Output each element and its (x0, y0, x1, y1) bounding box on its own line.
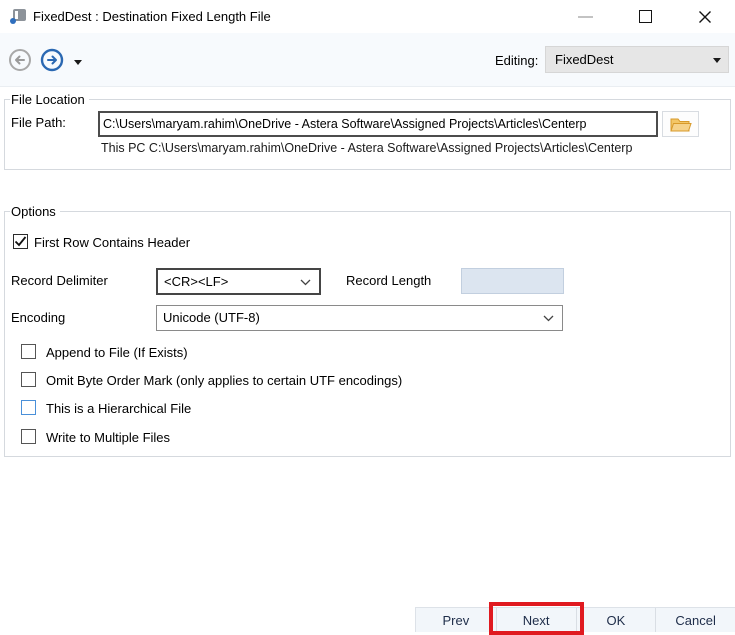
first-row-header-checkbox[interactable] (13, 234, 28, 249)
append-to-file-checkbox[interactable] (21, 344, 36, 359)
next-button[interactable]: Next (496, 608, 576, 632)
browse-folder-button[interactable] (662, 111, 699, 137)
back-arrow-icon (8, 48, 32, 72)
options-group: Options First Row Contains Header Record… (4, 211, 731, 457)
maximize-icon (639, 10, 652, 23)
prev-button[interactable]: Prev (416, 608, 496, 632)
chevron-down-icon (713, 58, 721, 63)
window-controls (555, 0, 735, 33)
hierarchical-file-checkbox[interactable] (21, 400, 36, 415)
append-to-file-label: Append to File (If Exists) (46, 345, 188, 360)
editing-label: Editing: (495, 53, 538, 68)
file-path-input[interactable] (98, 111, 658, 137)
folder-icon (670, 116, 692, 133)
checkmark-icon (14, 235, 27, 248)
encoding-select[interactable]: Unicode (UTF-8) (156, 305, 563, 331)
close-icon (698, 10, 712, 24)
forward-arrow-icon (40, 48, 64, 72)
cancel-button[interactable]: Cancel (655, 608, 735, 632)
app-icon (10, 8, 27, 24)
toolbar: Editing: FixedDest (0, 33, 735, 87)
minimize-icon (578, 16, 593, 18)
encoding-value: Unicode (UTF-8) (163, 310, 260, 325)
ok-button[interactable]: OK (576, 608, 656, 632)
chevron-down-icon (74, 60, 82, 65)
nav-back-button[interactable] (8, 48, 32, 72)
record-delimiter-select[interactable]: <CR><LF> (156, 268, 321, 295)
first-row-header-label: First Row Contains Header (34, 235, 190, 250)
omit-bom-label: Omit Byte Order Mark (only applies to ce… (46, 373, 402, 388)
hierarchical-file-label: This is a Hierarchical File (46, 401, 191, 416)
close-button[interactable] (675, 0, 735, 33)
record-delimiter-label: Record Delimiter (11, 273, 108, 288)
editing-object-select[interactable]: FixedDest (545, 46, 729, 73)
chevron-down-icon (300, 279, 311, 286)
file-path-label: File Path: (11, 115, 66, 130)
editing-select-value: FixedDest (555, 52, 614, 67)
app-icon-dot (10, 18, 16, 24)
footer-button-bar: Prev Next OK Cancel (415, 607, 735, 632)
titlebar: FixedDest : Destination Fixed Length Fil… (0, 0, 735, 33)
minimize-button[interactable] (555, 0, 615, 33)
omit-bom-checkbox[interactable] (21, 372, 36, 387)
dialog-window: FixedDest : Destination Fixed Length Fil… (0, 0, 735, 635)
chevron-down-icon (543, 315, 554, 322)
write-multiple-files-checkbox[interactable] (21, 429, 36, 444)
resolved-path-text: This PC C:\Users\maryam.rahim\OneDrive -… (101, 141, 733, 155)
nav-forward-button[interactable] (40, 48, 64, 72)
write-multiple-files-label: Write to Multiple Files (46, 430, 170, 445)
record-length-input (461, 268, 564, 294)
app-icon-slit (15, 11, 18, 19)
file-location-group-label: File Location (10, 92, 89, 107)
nav-dropdown-button[interactable] (70, 48, 86, 72)
file-location-group: File Location File Path: This PC C:\User… (4, 99, 731, 170)
options-group-label: Options (10, 204, 60, 219)
encoding-label: Encoding (11, 310, 65, 325)
window-title: FixedDest : Destination Fixed Length Fil… (33, 9, 271, 24)
maximize-button[interactable] (615, 0, 675, 33)
record-delimiter-value: <CR><LF> (164, 274, 228, 289)
record-length-label: Record Length (346, 273, 431, 288)
